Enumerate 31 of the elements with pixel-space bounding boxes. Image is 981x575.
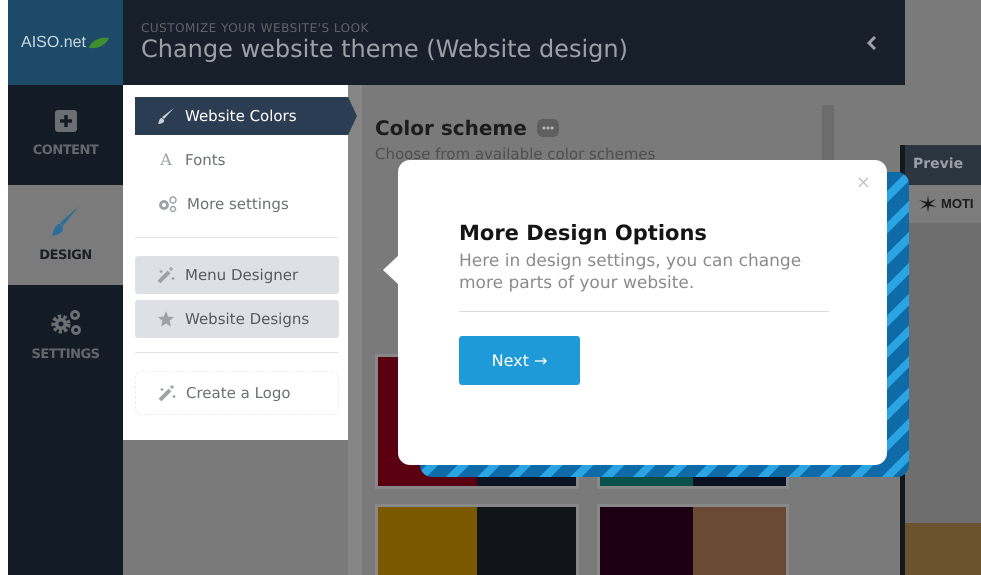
menu-item[interactable]: More settings — [135, 185, 339, 223]
sidebar-tab[interactable]: DESIGN — [8, 185, 123, 285]
wand-icon — [157, 266, 175, 284]
popover-text: Here in design settings, you can change more parts of your website. — [459, 250, 829, 312]
star-icon — [157, 310, 175, 328]
menu-item[interactable]: A Fonts — [135, 141, 339, 179]
brush-icon — [50, 204, 80, 238]
chevron-left-icon — [866, 36, 876, 50]
preview-title: Previe — [905, 145, 981, 185]
menu-item[interactable]: Create a Logo — [135, 371, 339, 415]
menu-item[interactable]: Menu Designer — [135, 256, 339, 294]
font-icon: A — [157, 148, 175, 172]
menu-item[interactable]: Website Designs — [135, 300, 339, 338]
logo-text: AISO.net — [21, 32, 86, 52]
logo[interactable]: AISO.net — [8, 0, 123, 85]
burst-icon — [919, 195, 937, 213]
gears-icon — [48, 307, 82, 337]
wand-icon — [158, 384, 176, 402]
site-logo-text: MOTI — [941, 195, 974, 214]
leaf-icon — [88, 36, 110, 48]
section-heading: Color scheme — [375, 115, 527, 142]
more-icon — [542, 126, 554, 130]
more-button[interactable] — [536, 119, 559, 137]
next-button[interactable]: Next → — [459, 336, 580, 386]
header-subtitle: CUSTOMIZE YOUR WEBSITE'S LOOK — [141, 22, 370, 34]
popover-title: More Design Options — [459, 220, 708, 247]
menu-item[interactable]: Website Colors — [135, 97, 357, 135]
gears-icon — [157, 196, 177, 212]
page-title: Change website theme (Website design) — [141, 34, 629, 65]
plus-icon — [54, 109, 78, 134]
brush-icon — [157, 107, 175, 125]
